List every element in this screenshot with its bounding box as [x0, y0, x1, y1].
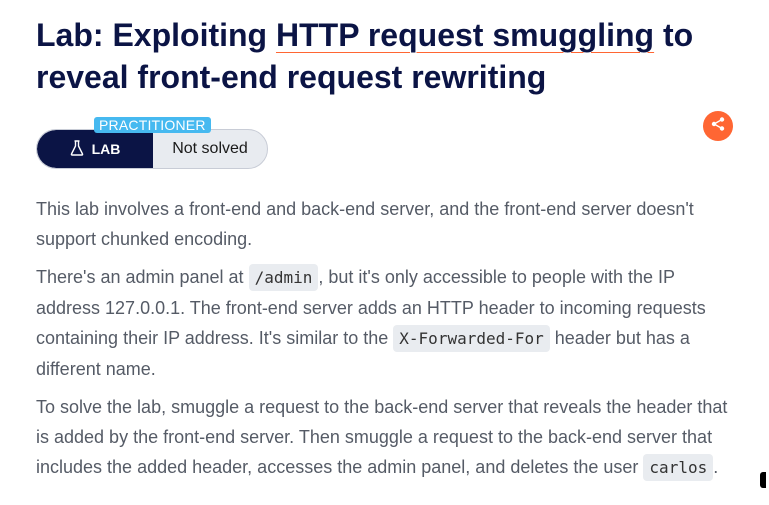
- description-paragraph-3: To solve the lab, smuggle a request to t…: [36, 392, 736, 483]
- description-paragraph-1: This lab involves a front-end and back-e…: [36, 199, 694, 249]
- lab-description: This lab involves a front-end and back-e…: [36, 194, 736, 491]
- username-code: carlos: [643, 454, 714, 481]
- lab-status-badge: LAB Not solved PRACTITIONER: [36, 117, 268, 169]
- admin-path-code: /admin: [248, 264, 319, 291]
- description-text: To solve the lab, smuggle a request to t…: [36, 397, 728, 477]
- lab-status: Not solved: [172, 140, 248, 157]
- mouse-cursor: [760, 472, 766, 488]
- page-title: Lab: Exploiting HTTP request smuggling t…: [36, 14, 736, 98]
- title-prefix: Lab: Exploiting: [36, 17, 276, 53]
- description-text: .: [713, 457, 719, 477]
- share-icon: [710, 116, 726, 137]
- http-request-smuggling-link[interactable]: HTTP request smuggling: [276, 17, 654, 53]
- description-paragraph-2: There's an admin panel at /admin, but it…: [36, 262, 736, 384]
- lab-pill: LAB Not solved: [36, 129, 268, 169]
- header-name-code: X-Forwarded-For: [393, 325, 550, 352]
- lab-label-section: LAB: [37, 130, 153, 168]
- lab-label: LAB: [91, 141, 121, 157]
- description-text: There's an admin panel at: [36, 267, 249, 287]
- practitioner-level-tag: PRACTITIONER: [94, 117, 211, 133]
- share-button[interactable]: [703, 111, 733, 141]
- flask-icon: [70, 139, 84, 159]
